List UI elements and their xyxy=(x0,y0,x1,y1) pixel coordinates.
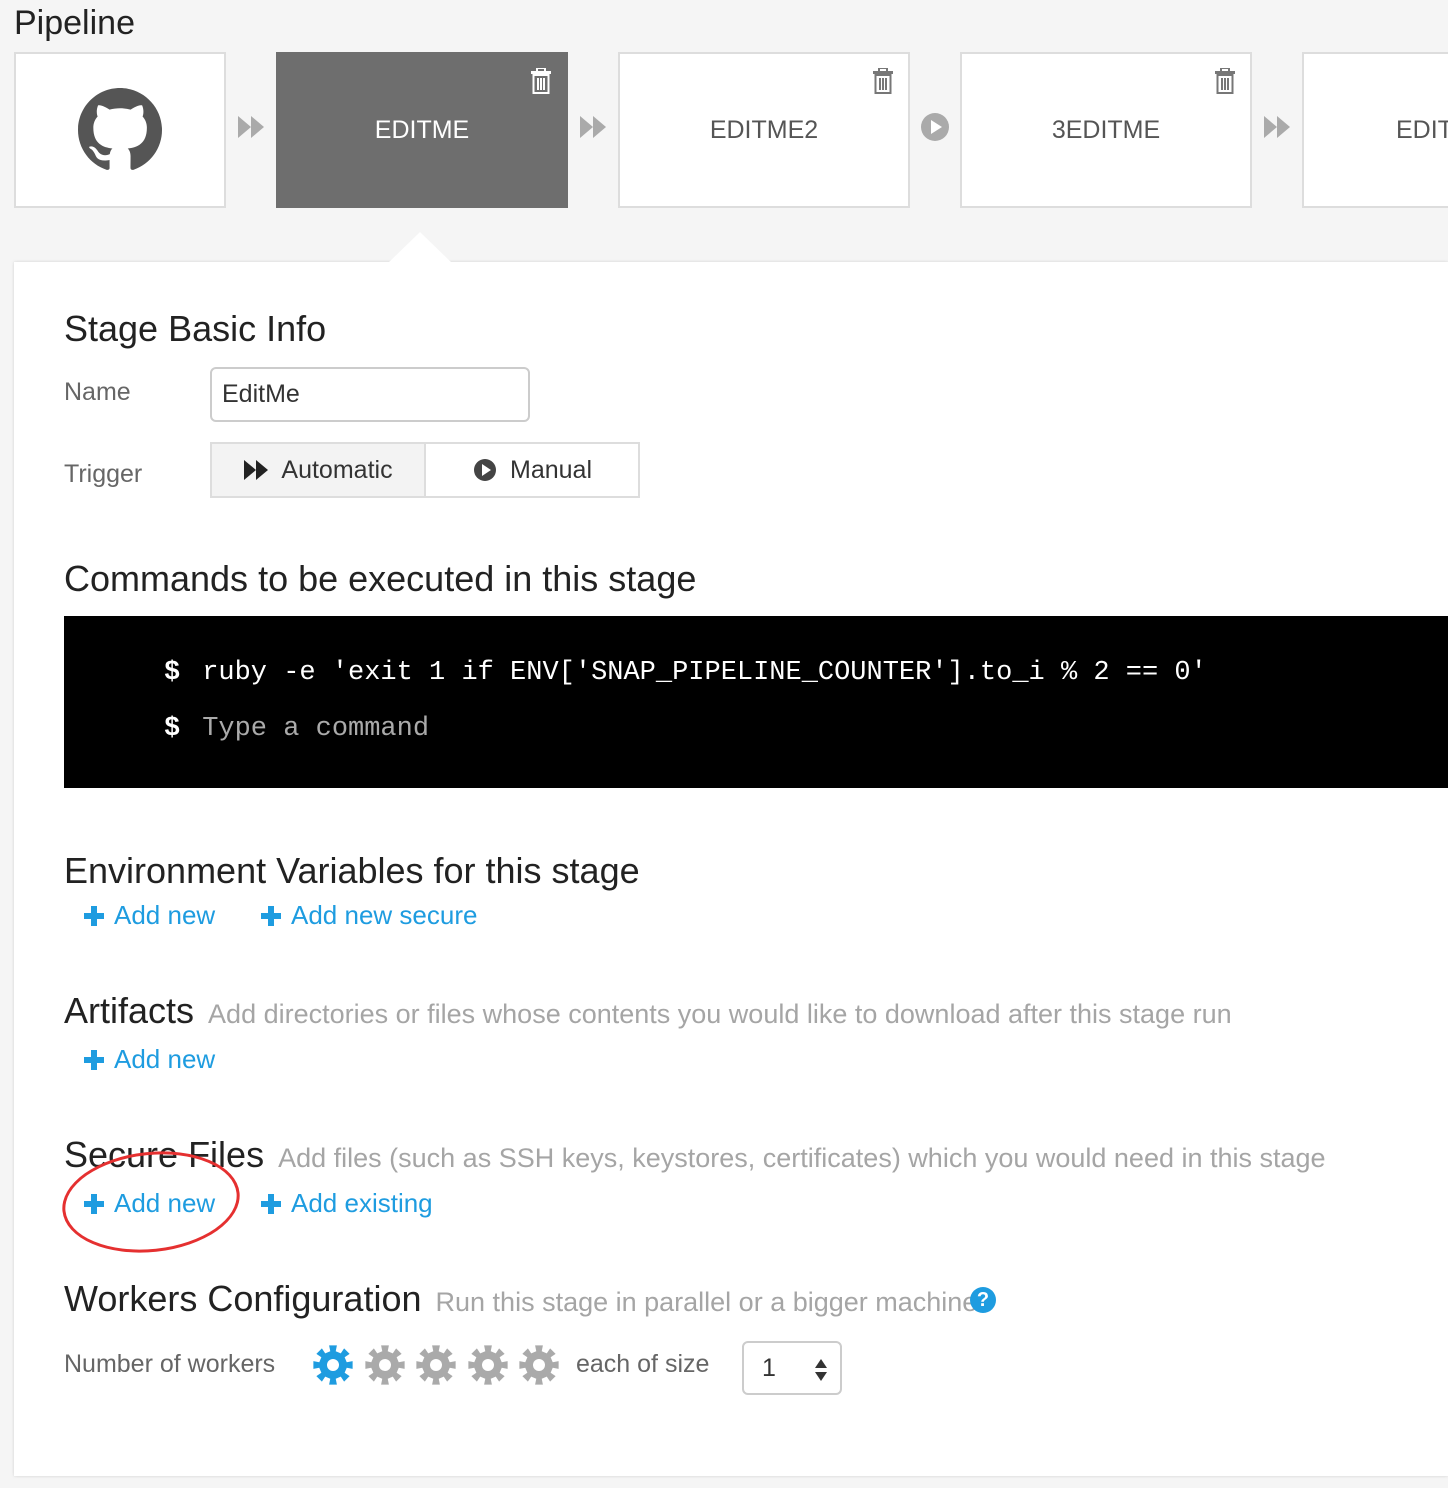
stage-name: EDITME xyxy=(374,115,470,144)
add-secure-env-var-button[interactable]: Add new secure xyxy=(261,900,477,931)
add-existing-secure-file-button[interactable]: Add existing xyxy=(261,1188,433,1219)
help-icon[interactable]: ? xyxy=(970,1287,996,1313)
stage-name-input[interactable] xyxy=(210,367,530,422)
add-secure-env-var-label: Add new secure xyxy=(291,900,478,930)
workers-description: Run this stage in parallel or a bigger m… xyxy=(435,1287,978,1317)
trigger-automatic-label: Automatic xyxy=(281,455,393,484)
trash-icon[interactable] xyxy=(530,68,552,94)
command-terminal[interactable]: $ ruby -e 'exit 1 if ENV['SNAP_PIPELINE_C… xyxy=(64,616,1448,788)
artifacts-title: Artifacts xyxy=(64,990,195,1031)
page-title: Pipeline xyxy=(14,4,135,42)
trigger-manual-button[interactable]: Manual xyxy=(426,444,638,496)
source-repo-box[interactable] xyxy=(14,52,226,208)
panel-pointer xyxy=(388,232,452,263)
fast-forward-icon xyxy=(244,460,269,480)
add-artifact-label: Add new xyxy=(114,1044,216,1074)
add-existing-secure-file-label: Add existing xyxy=(291,1188,433,1218)
worker-gear-icon[interactable] xyxy=(467,1344,509,1386)
manual-trigger-icon xyxy=(921,113,949,141)
add-env-var-label: Add new xyxy=(114,900,216,930)
section-title-env-vars: Environment Variables for this stage xyxy=(64,850,640,891)
worker-size-select[interactable]: 1 xyxy=(742,1341,842,1395)
workers-title: Workers Configuration xyxy=(64,1278,422,1319)
number-of-workers-label: Number of workers xyxy=(64,1350,276,1378)
trash-icon[interactable] xyxy=(1214,68,1236,94)
stage-box-3editme[interactable]: 3EDITME xyxy=(960,52,1252,208)
artifacts-description: Add directories or files whose contents … xyxy=(208,999,1232,1029)
prompt-symbol: $ xyxy=(164,714,181,744)
stage-box-editme2[interactable]: EDITME2 xyxy=(618,52,910,208)
stage-name: EDIT xyxy=(1396,115,1448,144)
prompt-symbol: $ xyxy=(164,658,181,688)
worker-size-value: 1 xyxy=(762,1353,776,1382)
worker-size-label: each of size xyxy=(576,1350,710,1378)
github-icon xyxy=(78,88,162,170)
command-input-placeholder[interactable]: Type a command xyxy=(202,714,429,744)
select-arrows-icon xyxy=(815,1359,827,1381)
automatic-trigger-icon xyxy=(580,116,606,138)
stage-box-editme[interactable]: EDITME xyxy=(276,52,568,208)
add-env-var-button[interactable]: Add new xyxy=(84,900,215,931)
command-line[interactable]: $ ruby -e 'exit 1 if ENV['SNAP_PIPELINE_C… xyxy=(164,658,1207,688)
stage-name: EDITME2 xyxy=(709,115,819,144)
trash-icon[interactable] xyxy=(872,68,894,94)
section-title-secure-files: Secure Files Add files (such as SSH keys… xyxy=(64,1134,1326,1176)
play-circle-icon xyxy=(474,459,496,481)
command-input-line[interactable]: $ Type a command xyxy=(164,714,429,744)
plus-icon xyxy=(84,905,104,926)
trigger-automatic-button[interactable]: Automatic xyxy=(212,444,426,496)
command-text: ruby -e 'exit 1 if ENV['SNAP_PIPELINE_CO… xyxy=(202,658,1207,688)
plus-icon xyxy=(261,1193,281,1214)
trigger-manual-label: Manual xyxy=(510,455,592,484)
trigger-label: Trigger xyxy=(64,460,143,488)
section-title-artifacts: Artifacts Add directories or files whose… xyxy=(64,990,1232,1032)
automatic-trigger-icon xyxy=(238,116,264,138)
secure-files-description: Add files (such as SSH keys, keystores, … xyxy=(278,1143,1326,1173)
add-artifact-button[interactable]: Add new xyxy=(84,1044,215,1075)
worker-gear-icon[interactable] xyxy=(518,1344,560,1386)
section-title-basic-info: Stage Basic Info xyxy=(64,308,327,349)
worker-gear-icon[interactable] xyxy=(415,1344,457,1386)
stage-box-edit[interactable]: EDIT xyxy=(1302,52,1448,208)
plus-icon xyxy=(261,905,281,926)
stage-name: 3EDITME xyxy=(1051,115,1161,144)
name-label: Name xyxy=(64,378,131,406)
automatic-trigger-icon xyxy=(1264,116,1290,138)
worker-gear-icon[interactable] xyxy=(312,1344,354,1386)
section-title-commands: Commands to be executed in this stage xyxy=(64,558,697,599)
trigger-toggle: Automatic Manual xyxy=(210,442,640,498)
section-title-workers: Workers Configuration Run this stage in … xyxy=(64,1278,977,1320)
plus-icon xyxy=(84,1049,104,1070)
worker-gear-icon[interactable] xyxy=(364,1344,406,1386)
